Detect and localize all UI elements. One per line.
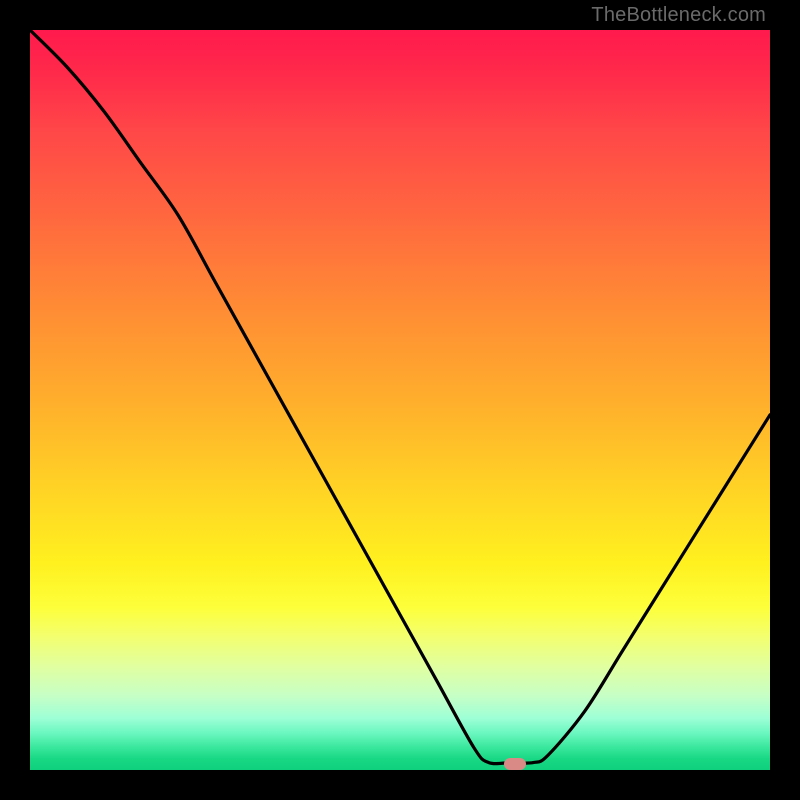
optimal-point-marker	[504, 758, 526, 770]
curve-path	[30, 30, 770, 764]
watermark-text: TheBottleneck.com	[591, 4, 766, 27]
plot-area	[30, 30, 770, 770]
chart-frame: TheBottleneck.com	[0, 0, 800, 800]
bottleneck-curve	[30, 30, 770, 770]
